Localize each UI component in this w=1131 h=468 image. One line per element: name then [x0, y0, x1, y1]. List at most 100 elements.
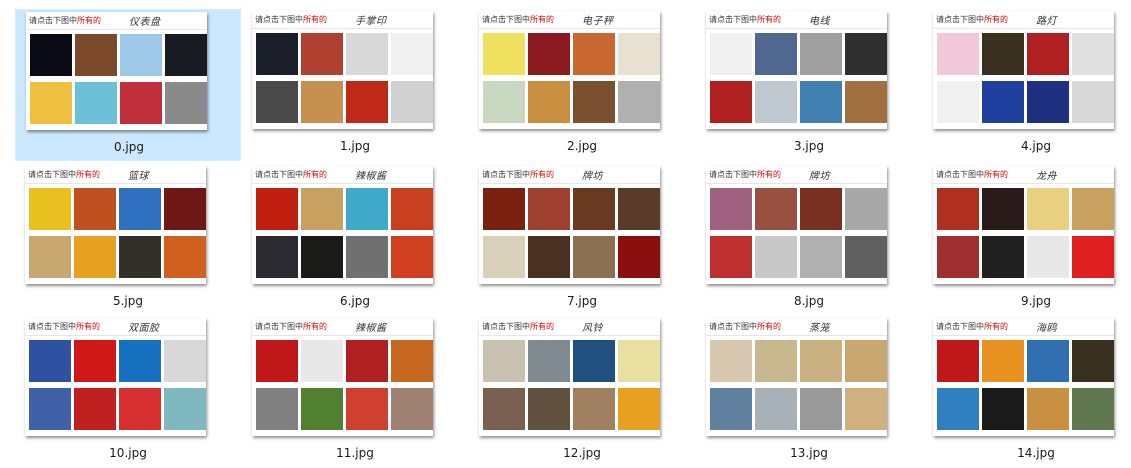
instruction-emphasis: 所有的 [303, 15, 327, 24]
captcha-image-grid [28, 34, 207, 126]
captcha-candidate-image [845, 236, 887, 278]
captcha-candidate-image [573, 33, 615, 75]
captcha-candidate-image [256, 188, 298, 230]
file-tile[interactable]: 请点击下图中所有的 海鸥 14.jpg [923, 316, 1131, 468]
file-tile[interactable]: 请点击下图中所有的 手掌印 1.jpg [242, 9, 468, 161]
captcha-candidate-image [301, 33, 343, 75]
instruction-prefix: 请点击下图中 [255, 322, 303, 331]
captcha-instruction: 请点击下图中所有的 [482, 321, 554, 332]
captcha-candidate-image [845, 81, 887, 123]
captcha-candidate-image [301, 340, 343, 382]
captcha-candidate-image [346, 33, 388, 75]
captcha-candidate-image [164, 340, 206, 382]
captcha-target-word: 牌坊 [582, 171, 603, 182]
captcha-candidate-image [256, 236, 298, 278]
file-thumbnail: 请点击下图中所有的 风铃 [479, 318, 660, 436]
captcha-candidate-image [75, 82, 117, 124]
captcha-candidate-image [165, 82, 207, 124]
captcha-candidate-image [982, 81, 1024, 123]
captcha-image-grid [708, 340, 887, 432]
captcha-target-word: 辣椒酱 [355, 323, 387, 334]
file-name: 9.jpg [1020, 294, 1052, 308]
captcha-target-word: 路灯 [1036, 16, 1057, 27]
instruction-emphasis: 所有的 [530, 322, 554, 331]
captcha-header: 请点击下图中所有的 仪表盘 [26, 12, 207, 30]
file-name: 4.jpg [1020, 139, 1052, 153]
file-tile[interactable]: 请点击下图中所有的 路灯 4.jpg [923, 9, 1131, 161]
captcha-target-word: 牌坊 [809, 171, 830, 182]
captcha-candidate-image [755, 340, 797, 382]
file-tile[interactable]: 请点击下图中所有的 牌坊 8.jpg [696, 164, 922, 316]
captcha-image-grid [935, 340, 1114, 432]
file-name: 7.jpg [566, 294, 598, 308]
file-thumbnail: 请点击下图中所有的 辣椒酱 [252, 318, 433, 436]
captcha-image-grid [254, 33, 433, 125]
file-tile[interactable]: 请点击下图中所有的 辣椒酱 11.jpg [242, 316, 468, 468]
captcha-candidate-image [164, 388, 206, 430]
captcha-candidate-image [618, 388, 660, 430]
file-tile[interactable]: 请点击下图中所有的 篮球 5.jpg [15, 164, 241, 316]
instruction-prefix: 请点击下图中 [482, 15, 530, 24]
file-tile[interactable]: 请点击下图中所有的 电子秤 2.jpg [469, 9, 695, 161]
file-thumbnail: 请点击下图中所有的 辣椒酱 [252, 166, 433, 284]
file-tile[interactable]: 请点击下图中所有的 电线 3.jpg [696, 9, 922, 161]
file-thumbnail: 请点击下图中所有的 路灯 [933, 11, 1114, 129]
captcha-candidate-image [800, 236, 842, 278]
captcha-candidate-image [937, 188, 979, 230]
captcha-candidate-image [573, 388, 615, 430]
file-tile[interactable]: 请点击下图中所有的 仪表盘 0.jpg [15, 9, 241, 161]
captcha-instruction: 请点击下图中所有的 [936, 14, 1008, 25]
captcha-candidate-image [346, 388, 388, 430]
instruction-emphasis: 所有的 [76, 322, 100, 331]
captcha-candidate-image [937, 388, 979, 430]
instruction-prefix: 请点击下图中 [482, 170, 530, 179]
captcha-candidate-image [29, 188, 71, 230]
file-tile[interactable]: 请点击下图中所有的 辣椒酱 6.jpg [242, 164, 468, 316]
captcha-candidate-image [800, 188, 842, 230]
instruction-prefix: 请点击下图中 [255, 170, 303, 179]
captcha-candidate-image [1027, 188, 1069, 230]
captcha-image-grid [935, 188, 1114, 280]
captcha-instruction: 请点击下图中所有的 [255, 321, 327, 332]
file-thumbnail: 请点击下图中所有的 手掌印 [252, 11, 433, 129]
captcha-candidate-image [937, 33, 979, 75]
captcha-candidate-image [710, 188, 752, 230]
file-thumbnail: 请点击下图中所有的 龙舟 [933, 166, 1114, 284]
captcha-candidate-image [937, 81, 979, 123]
file-name: 5.jpg [112, 294, 144, 308]
captcha-image-grid [27, 340, 206, 432]
file-tile[interactable]: 请点击下图中所有的 蒸笼 13.jpg [696, 316, 922, 468]
captcha-candidate-image [1027, 81, 1069, 123]
captcha-candidate-image [845, 188, 887, 230]
captcha-instruction: 请点击下图中所有的 [482, 169, 554, 180]
captcha-target-word: 电子秤 [582, 16, 614, 27]
captcha-candidate-image [1072, 236, 1114, 278]
captcha-candidate-image [573, 81, 615, 123]
captcha-candidate-image [74, 236, 116, 278]
captcha-candidate-image [483, 388, 525, 430]
captcha-candidate-image [29, 236, 71, 278]
captcha-candidate-image [391, 33, 433, 75]
instruction-emphasis: 所有的 [757, 322, 781, 331]
captcha-candidate-image [483, 33, 525, 75]
captcha-candidate-image [755, 33, 797, 75]
file-thumbnail: 请点击下图中所有的 电子秤 [479, 11, 660, 129]
captcha-instruction: 请点击下图中所有的 [28, 321, 100, 332]
captcha-candidate-image [75, 34, 117, 76]
instruction-emphasis: 所有的 [984, 322, 1008, 331]
captcha-candidate-image [119, 188, 161, 230]
instruction-emphasis: 所有的 [530, 15, 554, 24]
file-tile[interactable]: 请点击下图中所有的 双面胶 10.jpg [15, 316, 241, 468]
captcha-candidate-image [982, 340, 1024, 382]
captcha-candidate-image [800, 340, 842, 382]
captcha-candidate-image [755, 188, 797, 230]
captcha-header: 请点击下图中所有的 龙舟 [933, 166, 1114, 184]
file-tile[interactable]: 请点击下图中所有的 龙舟 9.jpg [923, 164, 1131, 316]
captcha-candidate-image [618, 236, 660, 278]
file-tile[interactable]: 请点击下图中所有的 风铃 12.jpg [469, 316, 695, 468]
captcha-candidate-image [845, 340, 887, 382]
captcha-target-word: 电线 [809, 16, 830, 27]
captcha-candidate-image [301, 236, 343, 278]
captcha-header: 请点击下图中所有的 篮球 [25, 166, 206, 184]
file-tile[interactable]: 请点击下图中所有的 牌坊 7.jpg [469, 164, 695, 316]
